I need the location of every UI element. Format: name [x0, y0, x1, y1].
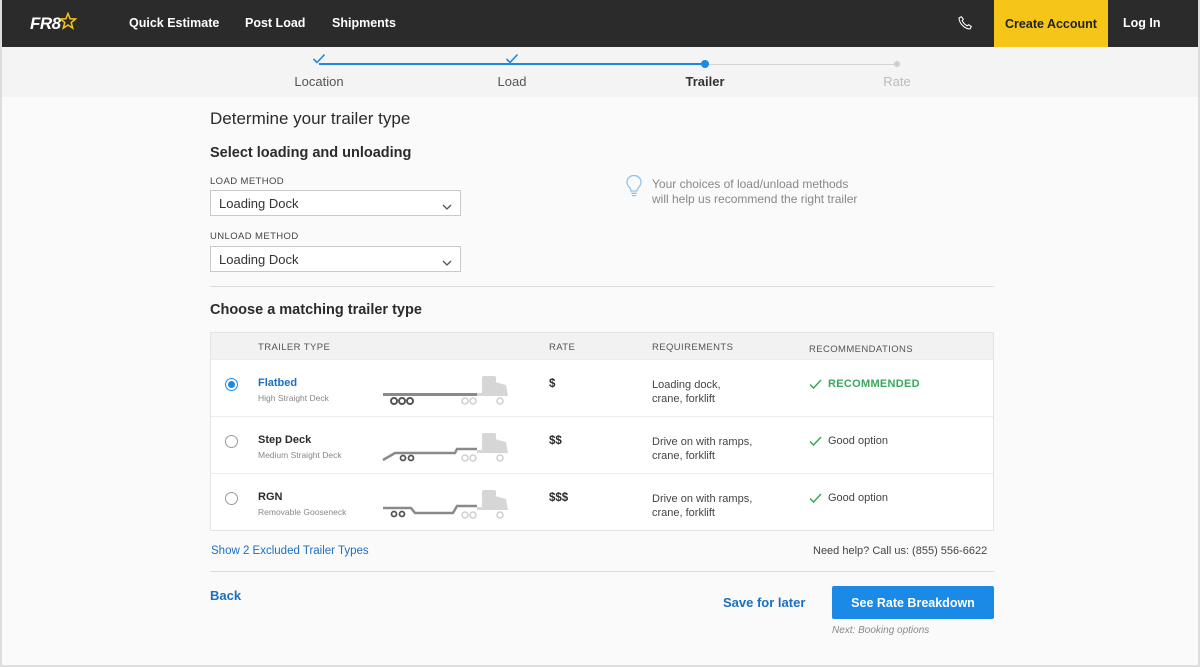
- see-rate-breakdown-button[interactable]: See Rate Breakdown: [832, 586, 994, 619]
- tip-line-1: Your choices of load/unload methods: [652, 177, 849, 191]
- unload-method-value: Loading Dock: [219, 252, 299, 267]
- next-step-hint: Next: Booking options: [832, 625, 930, 636]
- footer-divider: [210, 571, 994, 572]
- trailer-subtitle: Removable Gooseneck: [258, 507, 347, 517]
- chevron-down-icon: [442, 199, 452, 214]
- trailer-name: Step Deck: [258, 434, 312, 446]
- trailer-row-step-deck[interactable]: Step Deck Medium Straight Deck $$ Drive …: [211, 416, 993, 473]
- back-button[interactable]: Back: [210, 588, 241, 603]
- lightbulb-icon: [625, 174, 643, 203]
- load-method-value: Loading Dock: [219, 196, 299, 211]
- header-trailer-type: TRAILER TYPE: [258, 342, 331, 353]
- requirement-line: crane, forklift: [652, 507, 715, 519]
- load-method-label: LOAD METHOD: [210, 176, 285, 187]
- stepper-line-pending: [705, 64, 897, 65]
- unload-method-select[interactable]: Loading Dock: [210, 246, 461, 272]
- radio-rgn[interactable]: [225, 492, 238, 505]
- check-icon: [312, 52, 326, 70]
- trailer-requirements: Drive on with ramps, crane, forklift: [652, 492, 782, 520]
- trailer-requirements: Drive on with ramps, crane, forklift: [652, 435, 782, 463]
- section-title-loading: Select loading and unloading: [210, 145, 412, 161]
- save-for-later-button[interactable]: Save for later: [723, 595, 805, 610]
- check-icon: [505, 52, 519, 70]
- step-trailer: Trailer: [685, 74, 725, 89]
- star-icon: [58, 12, 77, 30]
- requirement-line: crane, forklift: [652, 393, 715, 405]
- section-divider: [210, 286, 994, 287]
- login-link[interactable]: Log In: [1123, 16, 1161, 30]
- step-location[interactable]: Location: [294, 74, 343, 89]
- step-rate: Rate: [883, 74, 911, 89]
- logo-text: FR8: [30, 14, 61, 33]
- requirement-line: Drive on with ramps,: [652, 493, 753, 505]
- trailer-recommendation: Good option: [809, 435, 888, 447]
- nav-post-load[interactable]: Post Load: [245, 16, 305, 30]
- trailer-name: RGN: [258, 491, 283, 503]
- phone-icon[interactable]: [957, 15, 973, 36]
- pending-step-dot: [894, 61, 900, 67]
- trailer-table: TRAILER TYPE RATE REQUIREMENTS RECOMMEND…: [210, 332, 994, 531]
- chevron-down-icon: [442, 255, 452, 270]
- recommendation-label: Good option: [828, 492, 888, 504]
- recommendation-label: RECOMMENDED: [828, 378, 920, 390]
- show-excluded-trailers-link[interactable]: Show 2 Excluded Trailer Types: [211, 545, 369, 557]
- header-recommendations: RECOMMENDATIONS: [809, 344, 913, 355]
- header-requirements: REQUIREMENTS: [652, 342, 734, 353]
- recommendation-label: Good option: [828, 435, 888, 447]
- trailer-recommendation: RECOMMENDED: [809, 378, 920, 390]
- page-title: Determine your trailer type: [210, 109, 411, 128]
- top-navbar: FR8 Quick Estimate Post Load Shipments C…: [0, 0, 1200, 47]
- check-icon: [809, 492, 822, 503]
- radio-step-deck[interactable]: [225, 435, 238, 448]
- requirement-line: Loading dock,: [652, 379, 721, 391]
- progress-stepper: Location Load Trailer Rate: [0, 47, 1200, 97]
- trailer-rate: $$$: [549, 492, 569, 504]
- trailer-name: Flatbed: [258, 377, 298, 389]
- requirement-line: Drive on with ramps,: [652, 436, 753, 448]
- trailer-requirements: Loading dock, crane, forklift: [652, 378, 782, 406]
- rgn-truck-icon: [381, 487, 511, 524]
- help-phone-text: Need help? Call us: (855) 556-6622: [813, 545, 988, 557]
- create-account-button[interactable]: Create Account: [994, 0, 1108, 47]
- trailer-subtitle: Medium Straight Deck: [258, 450, 342, 460]
- current-step-dot: [701, 60, 709, 68]
- flatbed-truck-icon: [381, 373, 511, 410]
- logo[interactable]: FR8: [30, 12, 77, 35]
- trailer-row-flatbed[interactable]: Flatbed High Straight Deck $ Loading doc…: [211, 359, 993, 416]
- step-load[interactable]: Load: [498, 74, 527, 89]
- load-method-select[interactable]: Loading Dock: [210, 190, 461, 216]
- trailer-recommendation: Good option: [809, 492, 888, 504]
- trailer-rate: $: [549, 378, 556, 390]
- nav-quick-estimate[interactable]: Quick Estimate: [129, 16, 219, 30]
- table-header: TRAILER TYPE RATE REQUIREMENTS RECOMMEND…: [211, 333, 993, 359]
- unload-method-label: UNLOAD METHOD: [210, 231, 299, 242]
- section-title-trailer: Choose a matching trailer type: [210, 302, 422, 318]
- radio-flatbed[interactable]: [225, 378, 238, 391]
- tip-line-2: will help us recommend the right trailer: [652, 192, 858, 206]
- check-icon: [809, 378, 822, 389]
- nav-shipments[interactable]: Shipments: [332, 16, 396, 30]
- main-content: Determine your trailer type Select loadi…: [0, 97, 1200, 667]
- tip-text: Your choices of load/unload methods will…: [652, 177, 882, 207]
- trailer-subtitle: High Straight Deck: [258, 393, 329, 403]
- check-icon: [809, 435, 822, 446]
- step-deck-truck-icon: [381, 430, 511, 467]
- trailer-row-rgn[interactable]: RGN Removable Gooseneck $$$ Drive on wit…: [211, 473, 993, 530]
- requirement-line: crane, forklift: [652, 450, 715, 462]
- header-rate: RATE: [549, 342, 576, 353]
- trailer-rate: $$: [549, 435, 562, 447]
